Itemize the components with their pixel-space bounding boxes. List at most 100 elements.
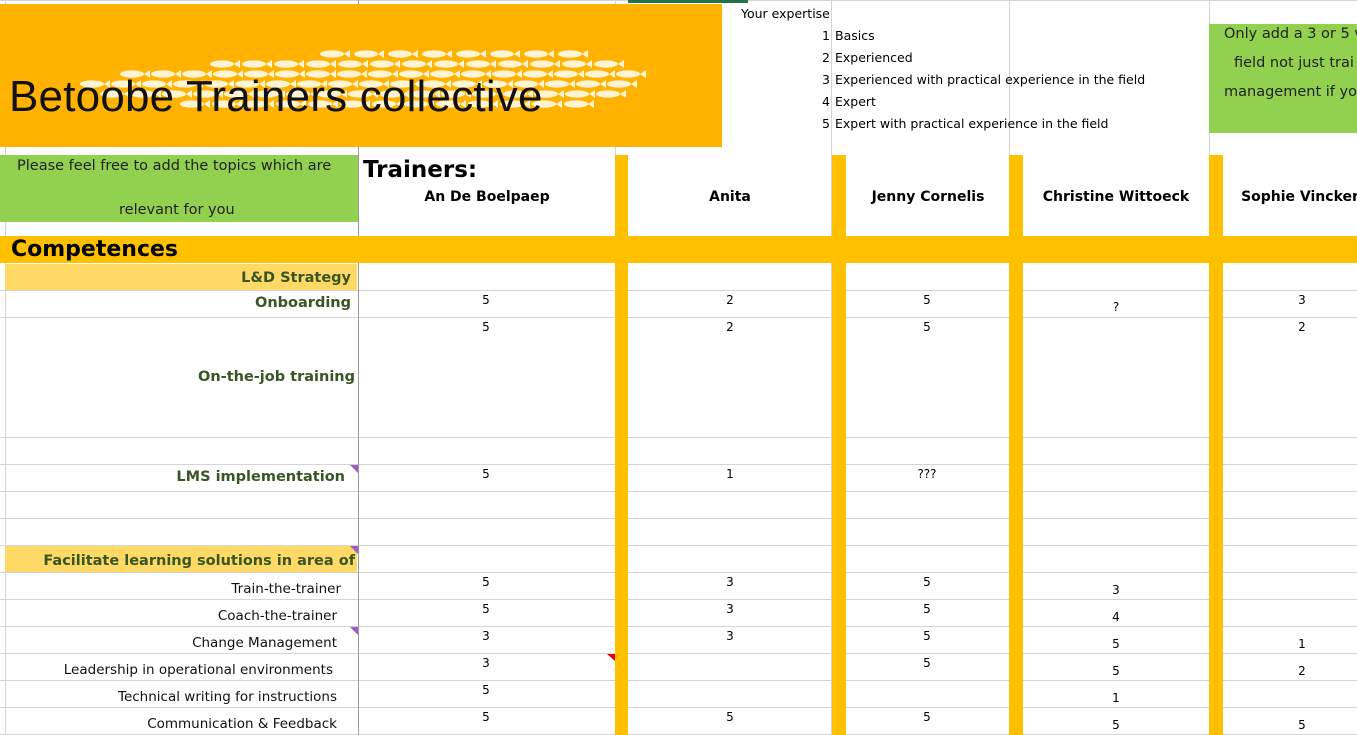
fish-icon — [616, 70, 646, 78]
rating-cell[interactable]: 2 — [1287, 320, 1317, 334]
rating-cell[interactable]: 5 — [471, 575, 501, 589]
fish-icon — [354, 50, 384, 58]
legend-num: 2 — [822, 50, 830, 65]
rating-cell[interactable]: 2 — [715, 293, 745, 307]
fish-icon — [242, 60, 272, 68]
rating-cell[interactable]: 3 — [471, 629, 501, 643]
rating-cell[interactable]: 5 — [1101, 718, 1131, 732]
rating-cell[interactable]: 3 — [715, 629, 745, 643]
rating-cell[interactable]: 5 — [1101, 637, 1131, 651]
fish-icon — [498, 60, 528, 68]
rating-cell[interactable]: 1 — [1287, 637, 1317, 651]
trainer-name[interactable]: Christine Wittoeck — [1016, 189, 1216, 205]
rating-cell[interactable]: ? — [1101, 300, 1131, 314]
fish-icon — [558, 50, 588, 58]
note-line: Only add a 3 or 5 v — [1224, 26, 1357, 42]
fish-icon — [274, 60, 304, 68]
rating-cell[interactable]: 5 — [912, 575, 942, 589]
rating-cell[interactable]: 5 — [912, 656, 942, 670]
rating-cell[interactable]: 5 — [471, 320, 501, 334]
fish-icon — [210, 60, 240, 68]
row-label-train-the-trainer[interactable]: Train-the-trainer — [231, 581, 341, 597]
trainer-name[interactable]: An De Boelpaep — [387, 189, 587, 205]
fish-icon — [607, 80, 637, 88]
rating-cell[interactable]: 3 — [1287, 293, 1317, 307]
fish-icon — [554, 70, 584, 78]
fish-icon — [402, 60, 432, 68]
fish-icon — [530, 60, 560, 68]
rating-cell[interactable]: 2 — [715, 320, 745, 334]
topics-note[interactable]: Please feel free to add the topics which… — [0, 155, 358, 222]
rating-cell[interactable]: 3 — [1101, 583, 1131, 597]
rating-cell[interactable]: 5 — [471, 293, 501, 307]
fish-icon — [596, 90, 626, 98]
legend-num: 4 — [822, 94, 830, 109]
rating-cell[interactable]: 5 — [715, 710, 745, 724]
rating-cell[interactable]: 5 — [912, 629, 942, 643]
fish-icon — [524, 50, 554, 58]
comment-indicator-icon[interactable] — [607, 654, 615, 661]
rating-cell[interactable]: 5 — [912, 293, 942, 307]
fish-icon — [306, 60, 336, 68]
fish-icon — [388, 50, 418, 58]
fish-icon — [585, 70, 615, 78]
rating-cell[interactable]: 5 — [1101, 664, 1131, 678]
fish-icon — [320, 50, 350, 58]
comment-indicator-icon[interactable] — [350, 546, 358, 554]
trainer-name[interactable]: Jenny Cornelis — [828, 189, 1028, 205]
competences-heading: Competences — [11, 237, 179, 262]
row-label-lms[interactable]: LMS implementation — [176, 469, 345, 485]
trainer-name[interactable]: Anita — [630, 189, 830, 205]
legend-text: Basics — [835, 28, 875, 43]
row-label-leadership[interactable]: Leadership in operational environments — [64, 662, 333, 678]
trainer-name[interactable]: Sophie Vincker — [1200, 189, 1357, 205]
rating-cell[interactable]: 3 — [715, 602, 745, 616]
note-line: management if you — [1224, 84, 1357, 100]
fish-icon — [594, 60, 624, 68]
fish-icon — [564, 100, 594, 108]
row-label-change-management[interactable]: Change Management — [192, 635, 337, 651]
row-label-on-the-job[interactable]: On-the-job training — [198, 369, 355, 385]
rating-cell[interactable]: 5 — [1287, 718, 1317, 732]
fish-icon — [565, 90, 595, 98]
comment-indicator-icon[interactable] — [350, 627, 358, 635]
rating-cell[interactable]: 1 — [715, 467, 745, 481]
rating-cell[interactable]: 5 — [912, 602, 942, 616]
competences-band — [0, 236, 1357, 263]
legend-text: Experienced with practical experience in… — [835, 72, 1146, 87]
legend-title: Your expertise — [741, 6, 830, 21]
fish-icon — [456, 50, 486, 58]
row-label-coach-the-trainer[interactable]: Coach-the-trainer — [218, 608, 337, 624]
rating-cell[interactable]: 2 — [1287, 664, 1317, 678]
fish-icon — [576, 80, 606, 88]
legend-text: Expert with practical experience in the … — [835, 116, 1109, 131]
rating-cell[interactable]: 5 — [912, 710, 942, 724]
instruction-note[interactable]: Only add a 3 or 5 v field not just trai … — [1209, 24, 1357, 133]
rating-cell[interactable]: 5 — [471, 683, 501, 697]
row-label-communication[interactable]: Communication & Feedback — [147, 716, 337, 732]
section-label-facilitate[interactable]: Facilitate learning solutions in area of — [43, 553, 355, 569]
rating-cell[interactable]: 3 — [471, 656, 501, 670]
rating-cell[interactable]: ??? — [912, 467, 942, 481]
comment-indicator-icon[interactable] — [350, 465, 358, 473]
rating-cell[interactable]: 5 — [471, 710, 501, 724]
rating-cell[interactable]: 5 — [471, 602, 501, 616]
rating-cell[interactable]: 5 — [912, 320, 942, 334]
rating-cell[interactable]: 5 — [471, 467, 501, 481]
rating-cell[interactable]: 3 — [715, 575, 745, 589]
legend-num: 1 — [822, 28, 830, 43]
fish-icon — [434, 60, 464, 68]
fish-icon — [422, 50, 452, 58]
row-label-onboarding[interactable]: Onboarding — [255, 295, 351, 311]
section-label-ld-strategy[interactable]: L&D Strategy — [241, 270, 351, 286]
trainers-heading: Trainers: — [363, 157, 478, 183]
rating-cell[interactable]: 4 — [1101, 610, 1131, 624]
row-label-technical-writing[interactable]: Technical writing for instructions — [118, 689, 337, 705]
fish-icon — [338, 60, 368, 68]
fish-icon — [370, 60, 400, 68]
fish-icon — [545, 80, 575, 88]
rating-cell[interactable]: 1 — [1101, 691, 1131, 705]
note-line: Please feel free to add the topics which… — [17, 158, 332, 174]
fish-icon — [490, 50, 520, 58]
legend-num: 5 — [822, 116, 830, 131]
